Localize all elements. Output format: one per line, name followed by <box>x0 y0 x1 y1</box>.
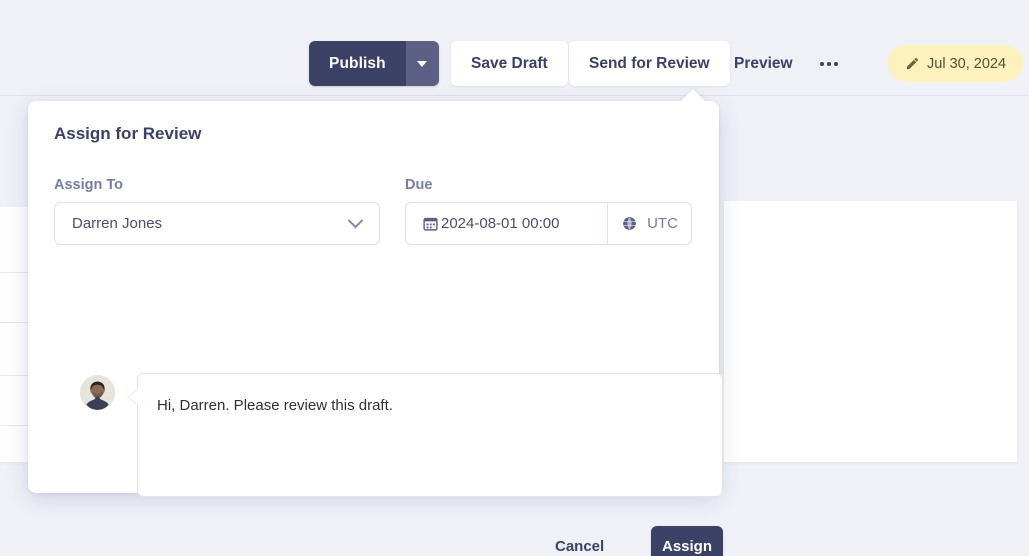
due-label: Due <box>405 177 692 193</box>
comment-tail-fill <box>129 388 139 406</box>
send-for-review-button[interactable]: Send for Review <box>569 41 730 86</box>
app-root: Publish Save Draft Send for Review Previ… <box>0 0 1029 556</box>
background-content-panel <box>724 201 1017 462</box>
calendar-icon <box>422 215 439 232</box>
chevron-down-icon <box>417 61 427 67</box>
due-date-input[interactable]: 2024-08-01 00:00 <box>406 203 607 244</box>
cancel-button[interactable]: Cancel <box>537 528 622 556</box>
preview-button[interactable]: Preview <box>734 41 793 86</box>
due-date-value: 2024-08-01 00:00 <box>441 215 559 232</box>
assign-for-review-modal: Assign for Review Assign To Darren Jones… <box>28 101 719 493</box>
due-input-group: 2024-08-01 00:00 UTC <box>405 202 692 245</box>
user-avatar <box>80 375 115 410</box>
more-options-button[interactable] <box>816 41 842 86</box>
due-field: Due 2024-08-01 00:00 <box>405 177 692 245</box>
assign-to-select[interactable]: Darren Jones <box>54 202 380 245</box>
chevron-down-icon <box>348 213 364 229</box>
publish-date-label: Jul 30, 2024 <box>927 56 1006 72</box>
modal-title: Assign for Review <box>54 124 201 144</box>
comment-bubble <box>137 373 723 497</box>
due-timezone-value: UTC <box>647 215 678 232</box>
assign-to-label: Assign To <box>54 177 380 193</box>
ellipsis-dot <box>820 62 824 66</box>
assign-button[interactable]: Assign <box>651 526 723 556</box>
due-timezone-selector[interactable]: UTC <box>607 203 691 244</box>
publish-split-button[interactable]: Publish <box>309 41 439 86</box>
ellipsis-dot <box>834 62 838 66</box>
publish-button[interactable]: Publish <box>309 41 406 86</box>
save-draft-button[interactable]: Save Draft <box>451 41 568 86</box>
publish-dropdown-toggle[interactable] <box>406 41 439 86</box>
comment-textarea[interactable] <box>155 393 705 477</box>
ellipsis-dot <box>827 62 831 66</box>
publish-date-badge[interactable]: Jul 30, 2024 <box>888 45 1023 82</box>
globe-icon <box>621 215 638 232</box>
modal-pointer-arrow <box>680 89 706 102</box>
assign-to-value: Darren Jones <box>72 215 162 232</box>
pencil-icon <box>905 56 920 71</box>
editor-toolbar: Publish Save Draft Send for Review Previ… <box>0 0 1029 96</box>
assign-to-field: Assign To Darren Jones <box>54 177 380 245</box>
